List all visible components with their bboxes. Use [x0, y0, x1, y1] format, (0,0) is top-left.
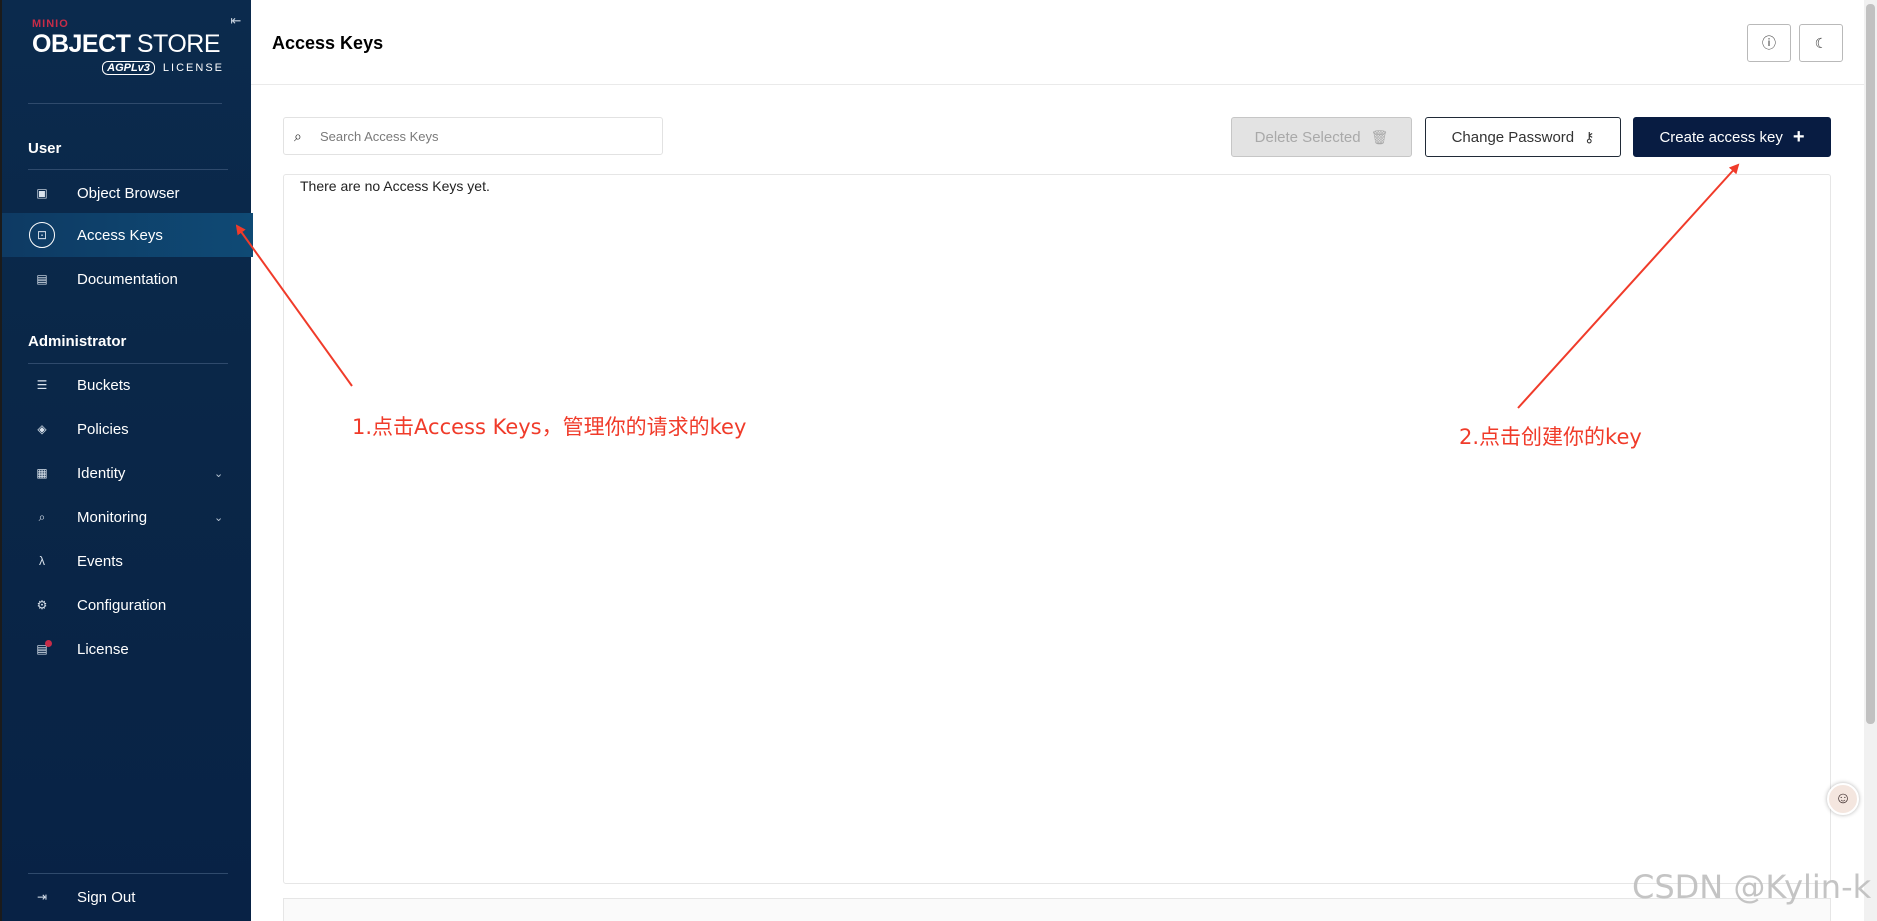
sidebar-item-sign-out[interactable]: ⇥ Sign Out — [2, 875, 253, 919]
sidebar-item-access-keys[interactable]: ⊡ Access Keys — [2, 213, 253, 257]
agpl-badge: AGPLv3 — [102, 61, 155, 75]
page-title: Access Keys — [272, 33, 384, 53]
list-footer — [283, 898, 1831, 921]
scrollbar-thumb[interactable] — [1866, 4, 1875, 724]
empty-state-message: There are no Access Keys yet. — [300, 178, 490, 194]
lambda-icon: λ — [39, 554, 45, 568]
sidebar-item-label: Object Browser — [77, 184, 180, 202]
search-input[interactable] — [320, 128, 650, 144]
sidebar-item-object-browser[interactable]: ▣ Object Browser — [2, 171, 253, 215]
monitoring-icon: ⌕ — [38, 509, 46, 524]
sidebar-item-label: Access Keys — [77, 226, 163, 244]
sidebar-item-label: Monitoring — [77, 508, 148, 526]
watermark: CSDN @Kylin-k — [1632, 868, 1872, 906]
change-password-label: Change Password — [1451, 128, 1575, 146]
sidebar-item-label: Documentation — [77, 270, 178, 288]
chevron-down-icon[interactable]: ⌄ — [214, 511, 223, 524]
license-text: LICENSE — [162, 62, 224, 74]
annotation-step-2: 2.点击创建你的key — [1459, 425, 1642, 449]
key-icon: ⚷ — [1584, 128, 1595, 145]
sidebar-item-label: Sign Out — [77, 888, 136, 906]
identity-icon: ▦ — [36, 466, 48, 480]
sidebar: MINIO OBJECT STORE AGPLv3 LICENSE ⇤ User… — [0, 0, 253, 921]
page-scrollbar[interactable] — [1864, 0, 1877, 921]
delete-selected-label: Delete Selected — [1254, 128, 1361, 146]
documentation-icon: ▤ — [36, 272, 48, 286]
help-button[interactable]: ⓘ — [1747, 24, 1791, 62]
access-keys-icon: ⊡ — [29, 222, 55, 248]
brand-logo[interactable]: MINIO OBJECT STORE AGPLv3 LICENSE — [32, 18, 224, 75]
brand-vendor: MINIO — [32, 18, 69, 30]
create-access-key-label: Create access key — [1659, 128, 1783, 146]
divider — [28, 103, 222, 104]
collapse-sidebar-icon[interactable]: ⇤ — [228, 13, 244, 29]
page-header: Access Keys ⓘ ☾ — [251, 0, 1864, 85]
divider — [28, 873, 228, 874]
sidebar-item-label: Identity — [77, 464, 126, 482]
sidebar-item-label: License — [77, 640, 129, 658]
sidebar-item-monitoring[interactable]: ⌕ Monitoring ⌄ — [2, 495, 253, 539]
create-access-key-button[interactable]: Create access key + — [1633, 117, 1831, 157]
gear-icon: ⚙ — [36, 598, 48, 612]
search-field[interactable]: ⌕ — [283, 117, 663, 155]
license-icon: ▤ — [36, 642, 48, 656]
brand-license-row: AGPLv3 LICENSE — [32, 61, 224, 75]
sign-out-icon: ⇥ — [36, 890, 48, 904]
sidebar-item-buckets[interactable]: ☰ Buckets — [2, 363, 253, 407]
buckets-icon: ☰ — [36, 378, 48, 392]
search-icon: ⌕ — [294, 128, 302, 144]
notification-dot — [45, 640, 52, 647]
section-title-user: User — [28, 140, 62, 157]
moon-icon: ☾ — [1814, 34, 1828, 51]
policies-icon: ◈ — [37, 422, 47, 436]
trash-icon: 🗑 — [1370, 128, 1389, 145]
object-browser-icon: ▣ — [36, 186, 48, 200]
sidebar-item-label: Events — [77, 552, 123, 570]
sidebar-item-license[interactable]: ▤ License — [2, 627, 253, 671]
chevron-down-icon[interactable]: ⌄ — [214, 467, 223, 480]
assistant-avatar[interactable]: ☺ — [1827, 783, 1859, 815]
annotation-step-1: 1.点击Access Keys，管理你的请求的key — [352, 415, 747, 439]
sidebar-item-documentation[interactable]: ▤ Documentation — [2, 257, 253, 301]
sidebar-item-identity[interactable]: ▦ Identity ⌄ — [2, 451, 253, 495]
help-icon: ⓘ — [1762, 35, 1776, 51]
sidebar-item-label: Configuration — [77, 596, 167, 614]
divider — [28, 169, 228, 170]
delete-selected-button[interactable]: Delete Selected 🗑 — [1231, 117, 1412, 157]
section-title-administrator: Administrator — [28, 333, 127, 350]
access-keys-list: There are no Access Keys yet. — [283, 174, 1831, 884]
brand-product: OBJECT STORE — [32, 30, 221, 58]
sidebar-item-configuration[interactable]: ⚙ Configuration — [2, 583, 253, 627]
sidebar-item-events[interactable]: λ Events — [2, 539, 253, 583]
sidebar-item-label: Buckets — [77, 376, 131, 394]
sidebar-item-policies[interactable]: ◈ Policies — [2, 407, 253, 451]
change-password-button[interactable]: Change Password ⚷ — [1425, 117, 1621, 157]
theme-toggle-button[interactable]: ☾ — [1799, 24, 1843, 62]
sidebar-item-label: Policies — [77, 420, 129, 438]
plus-icon: + — [1792, 125, 1805, 148]
